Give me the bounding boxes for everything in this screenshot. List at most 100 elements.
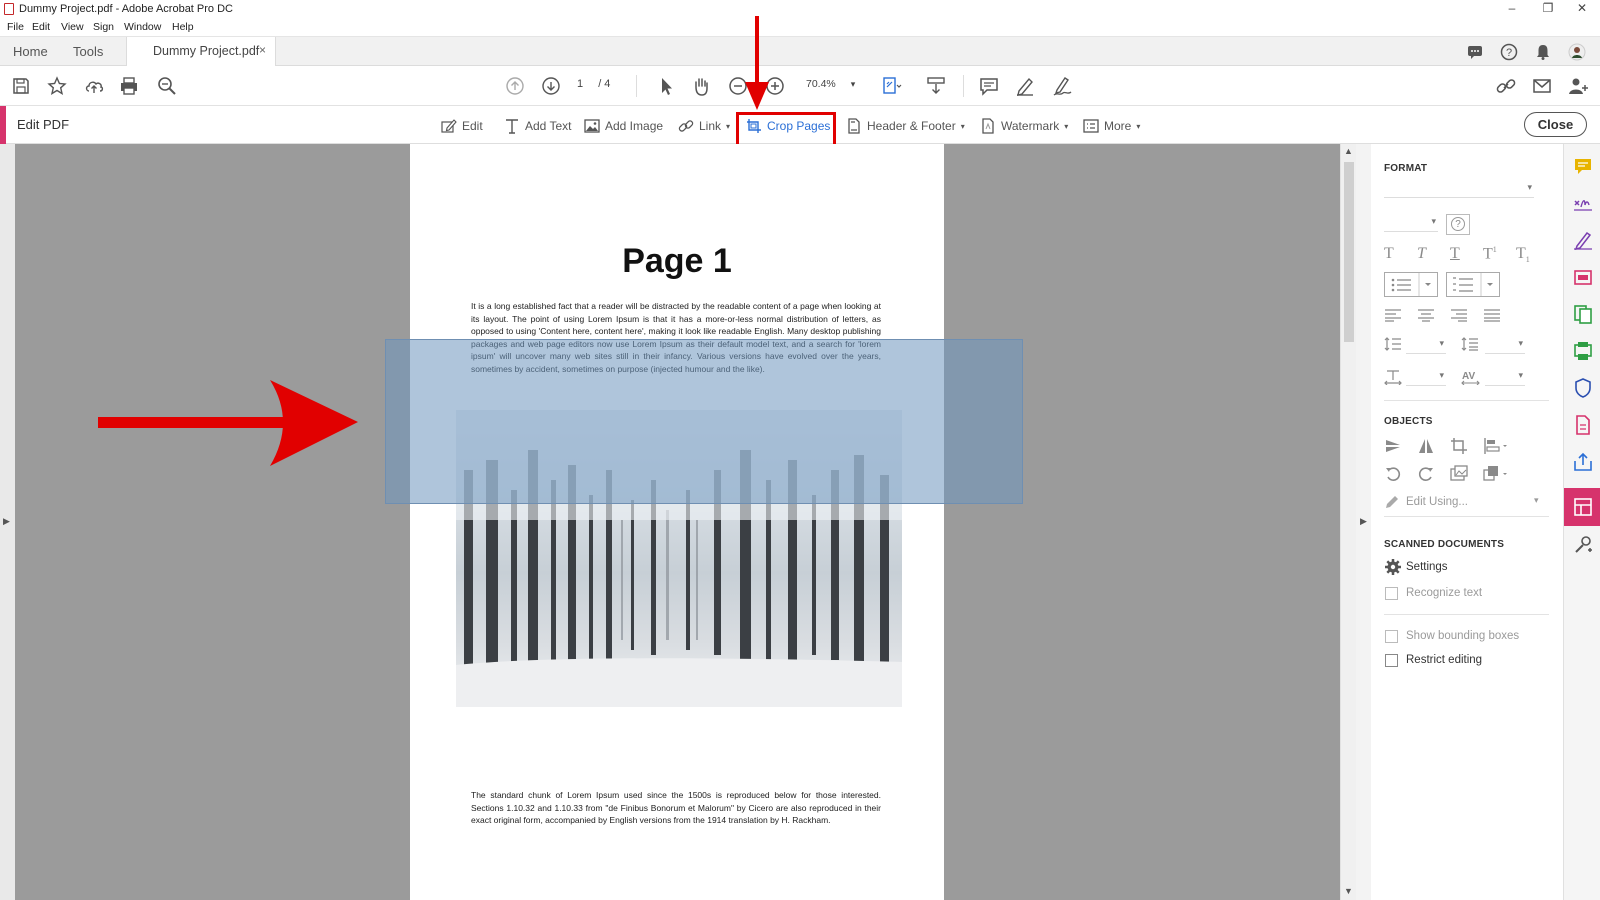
previous-page-icon[interactable] — [504, 75, 526, 97]
tab-tools[interactable]: Tools — [73, 44, 103, 59]
align-left-icon[interactable] — [1384, 308, 1402, 322]
prepare-form-icon[interactable] — [1573, 267, 1593, 287]
tab-close-icon[interactable]: × — [259, 43, 266, 57]
page-paragraph-2[interactable]: The standard chunk of Lorem Ipsum used s… — [471, 789, 881, 827]
right-panel-collapse-strip[interactable]: ▶ — [1356, 144, 1371, 900]
numbered-list-dropdown[interactable] — [1446, 272, 1500, 297]
edit-button[interactable]: Edit — [441, 116, 483, 136]
character-spacing-dropdown[interactable] — [1485, 370, 1525, 386]
notifications-bell-icon[interactable] — [1534, 43, 1552, 61]
organize-pages-icon[interactable] — [1573, 341, 1593, 361]
restore-button[interactable]: ❐ — [1530, 1, 1566, 15]
line-spacing-icon[interactable] — [1384, 336, 1402, 352]
font-size-dropdown[interactable] — [1384, 216, 1438, 232]
fit-page-icon[interactable] — [880, 75, 902, 97]
protect-shield-icon[interactable] — [1573, 378, 1593, 398]
character-spacing-icon[interactable]: AV — [1461, 369, 1481, 385]
paragraph-spacing-icon[interactable] — [1461, 336, 1479, 352]
export-pdf-icon[interactable] — [1573, 452, 1593, 472]
tab-document[interactable]: Dummy Project.pdf × — [126, 37, 276, 67]
fill-sign-icon[interactable] — [1573, 193, 1593, 213]
hand-tool-icon[interactable] — [690, 75, 712, 97]
scroll-down-arrow-icon[interactable]: ▼ — [1344, 886, 1353, 896]
combine-files-icon[interactable] — [1573, 304, 1593, 324]
settings-label[interactable]: Settings — [1406, 561, 1448, 573]
scroll-mode-icon[interactable] — [925, 75, 947, 97]
text-italic-icon[interactable]: T — [1417, 245, 1426, 263]
settings-gear-icon[interactable] — [1384, 558, 1402, 576]
more-tools-icon[interactable] — [1573, 535, 1593, 555]
window-close-button[interactable]: ✕ — [1564, 1, 1600, 15]
flip-vertical-icon[interactable] — [1384, 437, 1402, 455]
rotate-left-icon[interactable] — [1384, 465, 1402, 483]
line-spacing-dropdown[interactable] — [1406, 338, 1446, 354]
sign-pen-icon[interactable] — [1051, 75, 1073, 97]
request-signature-icon[interactable] — [1573, 230, 1593, 251]
highlight-pen-icon[interactable] — [1014, 75, 1036, 97]
more-button[interactable]: More ▾ — [1083, 116, 1140, 136]
add-text-button[interactable]: Add Text — [504, 116, 571, 136]
cloud-upload-icon[interactable] — [83, 75, 105, 97]
share-link-icon[interactable] — [1495, 75, 1517, 97]
align-justify-icon[interactable] — [1483, 308, 1501, 322]
menu-edit[interactable]: Edit — [32, 21, 50, 33]
collapse-right-panel-icon[interactable]: ▶ — [1360, 516, 1367, 527]
zoom-level-field[interactable]: 70.4% ▾ — [806, 78, 855, 90]
print-icon[interactable] — [118, 75, 140, 97]
help-icon[interactable]: ? — [1500, 43, 1518, 61]
font-family-dropdown[interactable] — [1384, 182, 1534, 198]
save-icon[interactable] — [10, 75, 32, 97]
vertical-scrollbar[interactable]: ▲ ▼ — [1340, 144, 1356, 900]
horizontal-scaling-dropdown[interactable] — [1406, 370, 1446, 386]
comment-tool-icon[interactable] — [1573, 156, 1593, 176]
current-page[interactable]: 1 — [577, 78, 583, 90]
watermark-button[interactable]: Watermark ▾ — [980, 116, 1068, 136]
next-page-icon[interactable] — [540, 75, 562, 97]
recognize-text-checkbox[interactable] — [1385, 587, 1398, 600]
header-footer-button[interactable]: Header & Footer ▾ — [846, 116, 965, 136]
minimize-button[interactable]: – — [1494, 1, 1530, 15]
align-right-icon[interactable] — [1450, 308, 1468, 322]
left-panel-collapse-strip[interactable]: ▶ — [0, 144, 15, 900]
replace-image-icon[interactable] — [1450, 465, 1468, 483]
scroll-up-arrow-icon[interactable]: ▲ — [1344, 146, 1353, 156]
align-center-icon[interactable] — [1417, 308, 1435, 322]
add-user-icon[interactable] — [1567, 75, 1589, 97]
crop-selection-rectangle[interactable] — [385, 339, 1023, 504]
text-subscript-icon[interactable]: T1 — [1516, 245, 1530, 264]
menu-file[interactable]: File — [7, 21, 24, 33]
chat-icon[interactable] — [1466, 43, 1484, 61]
horizontal-scaling-icon[interactable] — [1384, 369, 1402, 385]
rotate-right-icon[interactable] — [1417, 465, 1435, 483]
email-icon[interactable] — [1531, 75, 1553, 97]
text-superscript-icon[interactable]: T1 — [1483, 245, 1497, 263]
scrollbar-thumb[interactable] — [1344, 162, 1354, 342]
crop-image-icon[interactable] — [1450, 437, 1468, 455]
expand-left-panel-icon[interactable]: ▶ — [3, 516, 10, 527]
restrict-editing-checkbox[interactable] — [1385, 654, 1398, 667]
edit-pdf-tool-icon[interactable] — [1573, 497, 1593, 517]
user-avatar-icon[interactable] — [1568, 43, 1586, 61]
menu-view[interactable]: View — [61, 21, 84, 33]
add-image-button[interactable]: Add Image — [584, 116, 663, 136]
pdf-page[interactable]: Page 1 It is a long established fact tha… — [410, 144, 944, 900]
text-underline-icon[interactable]: T — [1450, 245, 1460, 263]
link-button[interactable]: Link ▾ — [678, 116, 730, 136]
menu-window[interactable]: Window — [124, 21, 161, 33]
menu-help[interactable]: Help — [172, 21, 194, 33]
select-pointer-icon[interactable] — [655, 75, 677, 97]
zoom-search-icon[interactable] — [156, 75, 178, 97]
text-normal-icon[interactable]: T — [1384, 245, 1394, 263]
tab-home[interactable]: Home — [13, 44, 48, 59]
comment-icon[interactable] — [978, 75, 1000, 97]
text-color-swatch[interactable]: ? — [1446, 214, 1470, 235]
show-bounding-boxes-checkbox[interactable] — [1385, 630, 1398, 643]
create-pdf-icon[interactable] — [1573, 415, 1593, 435]
menu-sign[interactable]: Sign — [93, 21, 114, 33]
page-number-field[interactable]: 1 / 4 — [577, 78, 610, 90]
zoom-dropdown-chevron-icon[interactable]: ▾ — [851, 79, 856, 89]
align-objects-icon[interactable] — [1483, 437, 1509, 455]
edit-using-dropdown-chevron-icon[interactable]: ▾ — [1534, 495, 1539, 506]
bullet-list-dropdown[interactable] — [1384, 272, 1438, 297]
page-heading[interactable]: Page 1 — [410, 242, 944, 281]
